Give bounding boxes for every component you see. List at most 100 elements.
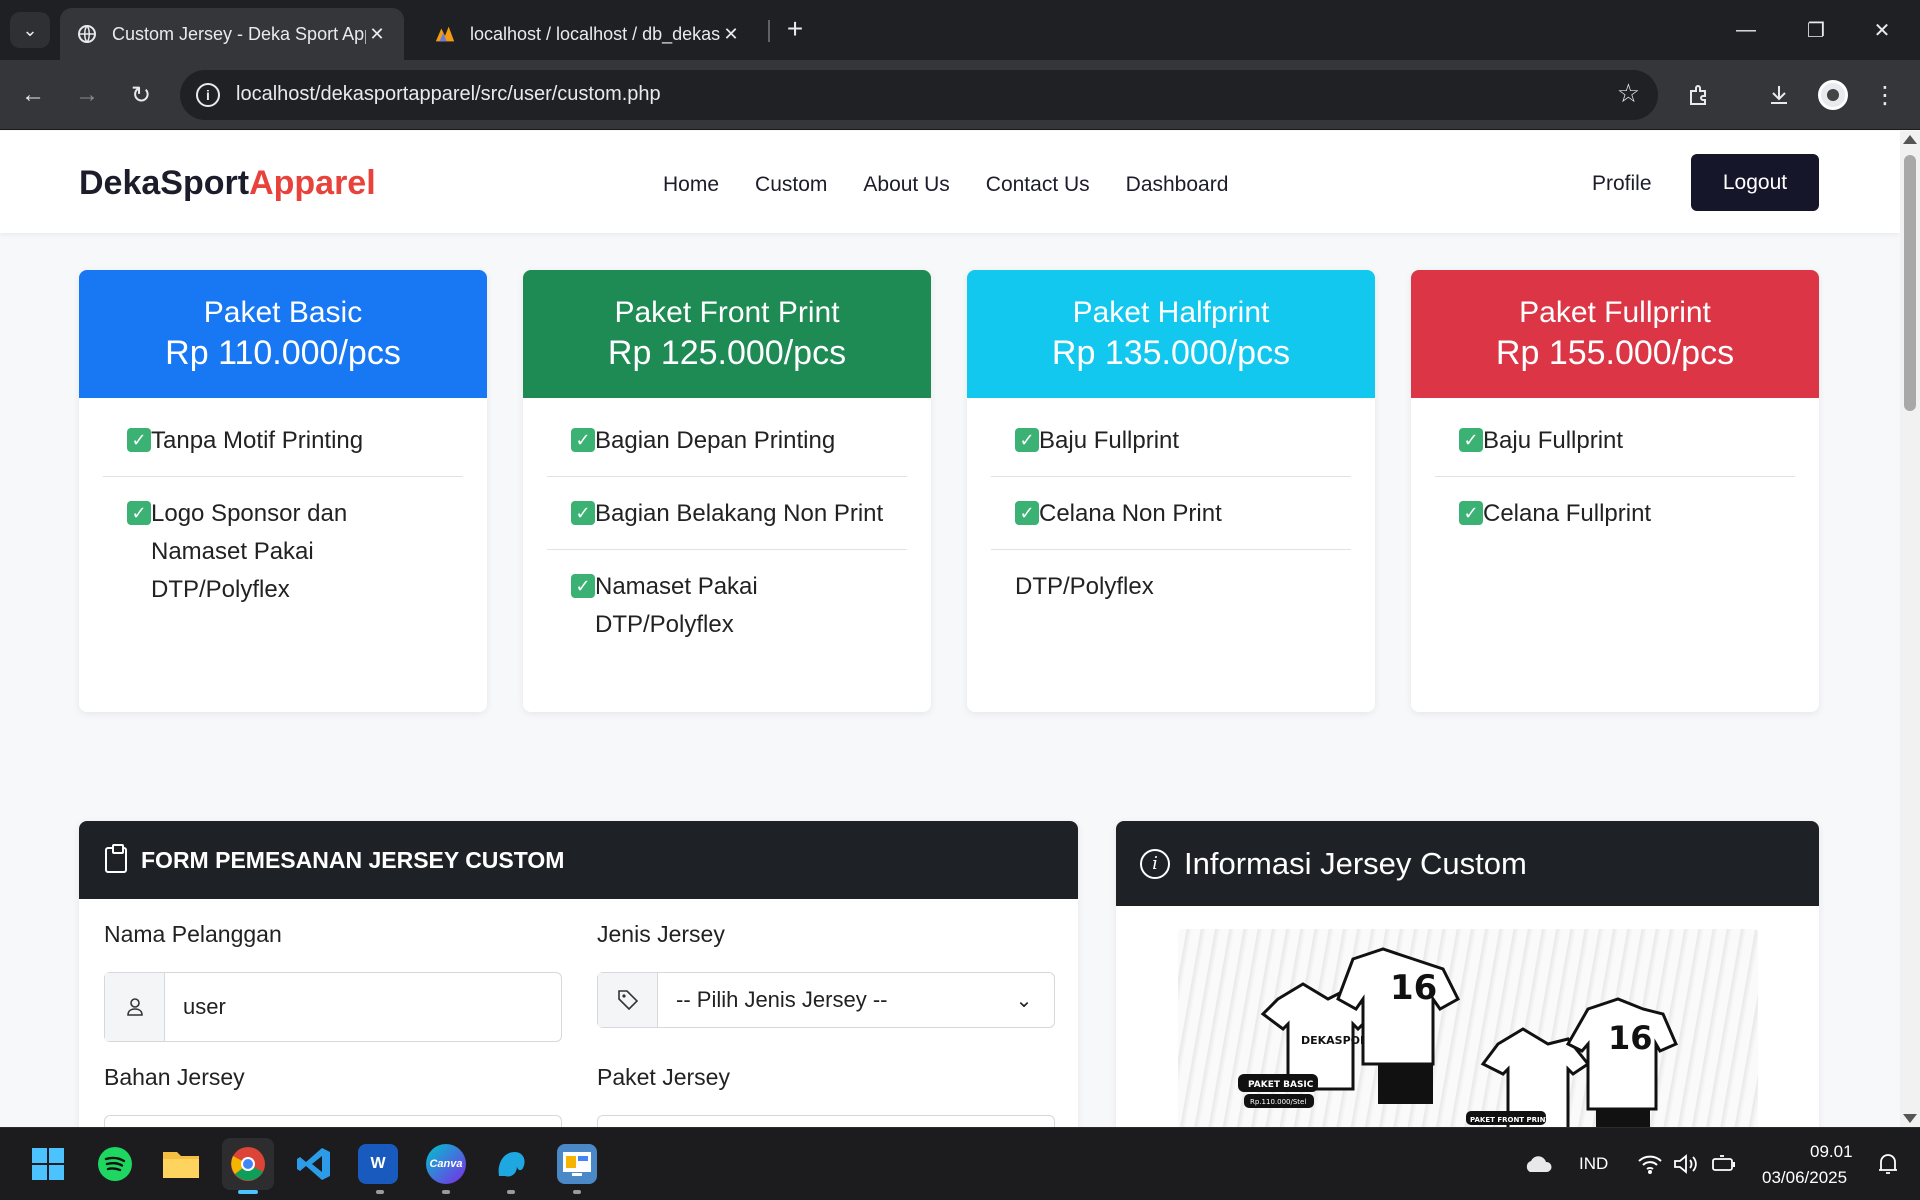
app-window-icon[interactable] xyxy=(557,1144,597,1184)
info-card: i Informasi Jersey Custom DEKASPORT 16 1… xyxy=(1116,821,1819,1127)
phpmyadmin-icon xyxy=(434,23,456,45)
jersey-number-text: 16 xyxy=(1390,968,1437,1008)
restore-button[interactable]: ❐ xyxy=(1792,12,1840,48)
tab-search-button[interactable]: ⌄ xyxy=(10,12,50,48)
tab-title: localhost / localhost / db_dekasport xyxy=(470,23,720,44)
forward-arrow-icon[interactable]: → xyxy=(68,76,106,114)
jenis-jersey-select[interactable]: -- Pilih Jenis Jersey -- ⌄ xyxy=(597,972,1055,1028)
order-form-card: FORM PEMESANAN JERSEY CUSTOM Nama Pelang… xyxy=(79,821,1078,1127)
browser-tab-bar: ⌄ Custom Jersey - Deka Sport Apparel ✕ l… xyxy=(0,0,1920,60)
logout-button[interactable]: Logout xyxy=(1691,154,1819,211)
tab-divider xyxy=(768,20,770,42)
clock-date[interactable]: 03/06/2025 xyxy=(1762,1168,1847,1188)
package-feature: ✓ Baju Fullprint xyxy=(1435,404,1795,477)
nama-pelanggan-input[interactable]: user xyxy=(165,973,561,1041)
package-name: Paket Basic xyxy=(203,296,363,329)
package-name: Paket Halfprint xyxy=(1072,296,1270,329)
close-icon[interactable]: ✕ xyxy=(366,24,388,45)
nav-contact-us[interactable]: Contact Us xyxy=(986,173,1090,197)
package-price: Rp 155.000/pcs xyxy=(1495,334,1735,372)
more-menu-icon[interactable]: ⋮ xyxy=(1866,76,1904,114)
bookmark-star-icon[interactable]: ☆ xyxy=(1617,78,1640,109)
package-header: Paket Fullprint Rp 155.000/pcs xyxy=(1411,270,1819,398)
spotify-icon[interactable] xyxy=(95,1144,135,1184)
nav-custom[interactable]: Custom xyxy=(755,173,827,197)
package-feature: ✓ Bagian Belakang Non Print xyxy=(547,477,907,550)
language-indicator[interactable]: IND xyxy=(1579,1154,1608,1174)
chevron-down-icon: ⌄ xyxy=(1015,989,1033,1012)
brand-accent: Apparel xyxy=(249,164,376,202)
volume-icon[interactable] xyxy=(1666,1144,1706,1184)
globe-icon xyxy=(76,23,98,45)
jersey-preview-image: DEKASPORT 16 16 PAKET BASIC Rp.110.000/S… xyxy=(1178,929,1758,1127)
scroll-up-arrow-icon[interactable] xyxy=(1903,135,1917,144)
extensions-icon[interactable] xyxy=(1680,76,1718,114)
browser-toolbar: ← → ↻ i localhost/dekasportapparel/src/u… xyxy=(0,60,1920,130)
chevron-down-icon: ⌄ xyxy=(22,19,38,40)
paket-jersey-field[interactable] xyxy=(597,1115,1055,1127)
minimize-button[interactable]: — xyxy=(1722,12,1770,48)
package-price: Rp 125.000/pcs xyxy=(607,334,847,372)
info-header: i Informasi Jersey Custom xyxy=(1116,821,1819,906)
file-explorer-icon[interactable] xyxy=(161,1144,201,1184)
nav-links: Home Custom About Us Contact Us Dashboar… xyxy=(663,173,1228,197)
windows-start-icon[interactable] xyxy=(28,1144,68,1184)
word-icon[interactable]: W xyxy=(358,1144,398,1184)
windows-taskbar: W Canva IND 09.01 03/06/2025 xyxy=(0,1127,1920,1200)
package-feature: ✓ Celana Fullprint xyxy=(1435,477,1795,549)
site-navbar: DekaSportApparel Home Custom About Us Co… xyxy=(0,131,1900,233)
mysql-workbench-icon[interactable] xyxy=(491,1144,531,1184)
package-feature: ✓ Bagian Depan Printing xyxy=(547,404,907,477)
nav-about-us[interactable]: About Us xyxy=(863,173,949,197)
back-arrow-icon[interactable]: ← xyxy=(14,76,52,114)
checkbox-icon: ✓ xyxy=(127,501,151,525)
paket-basic-price-badge: Rp.110.000/Stel xyxy=(1250,1098,1306,1106)
battery-icon[interactable] xyxy=(1704,1144,1744,1184)
canva-icon[interactable]: Canva xyxy=(426,1144,466,1184)
tab-custom-jersey[interactable]: Custom Jersey - Deka Sport Apparel ✕ xyxy=(60,8,404,60)
chrome-icon[interactable] xyxy=(222,1138,274,1190)
scroll-down-arrow-icon[interactable] xyxy=(1903,1114,1917,1123)
package-card-halfprint: Paket Halfprint Rp 135.000/pcs ✓ Baju Ful… xyxy=(967,270,1375,712)
paket-front-print-badge: PAKET FRONT PRINT xyxy=(1470,1116,1550,1124)
site-logo[interactable]: DekaSportApparel xyxy=(79,164,376,203)
brand-primary: DekaSport xyxy=(79,164,250,202)
checkbox-icon: ✓ xyxy=(1459,501,1483,525)
package-card-basic: Paket Basic Rp 110.000/pcs ✓ Tanpa Motif … xyxy=(79,270,487,712)
profile-avatar[interactable] xyxy=(1818,80,1848,110)
checkbox-icon: ✓ xyxy=(571,501,595,525)
onedrive-cloud-icon[interactable] xyxy=(1518,1144,1558,1184)
checkbox-icon: ✓ xyxy=(1459,428,1483,452)
site-info-icon[interactable]: i xyxy=(196,83,220,107)
tab-phpmyadmin[interactable]: localhost / localhost / db_dekasport ✕ xyxy=(418,8,758,60)
close-window-button[interactable]: ✕ xyxy=(1858,12,1906,48)
package-feature: ✓ Baju Fullprint xyxy=(991,404,1351,477)
bahan-jersey-field[interactable] xyxy=(104,1115,562,1127)
app-running-indicator xyxy=(573,1190,581,1194)
clock-time[interactable]: 09.01 xyxy=(1810,1142,1853,1162)
checkbox-icon: ✓ xyxy=(571,574,595,598)
package-name: Paket Fullprint xyxy=(1519,296,1711,329)
download-icon[interactable] xyxy=(1760,76,1798,114)
package-card-fullprint: Paket Fullprint Rp 155.000/pcs ✓ Baju Ful… xyxy=(1411,270,1819,712)
package-header: Paket Front Print Rp 125.000/pcs xyxy=(523,270,931,398)
nama-pelanggan-field[interactable]: user xyxy=(104,972,562,1042)
package-feature: ✓ Namaset Pakai DTP/Polyflex xyxy=(547,550,907,660)
form-header: FORM PEMESANAN JERSEY CUSTOM xyxy=(79,821,1078,899)
page-scrollbar[interactable] xyxy=(1900,131,1920,1127)
address-bar[interactable]: i localhost/dekasportapparel/src/user/cu… xyxy=(180,70,1658,120)
nav-dashboard[interactable]: Dashboard xyxy=(1126,173,1229,197)
notification-icon[interactable] xyxy=(1868,1144,1908,1184)
scroll-thumb[interactable] xyxy=(1904,155,1916,411)
new-tab-button[interactable]: + xyxy=(778,14,812,48)
nav-home[interactable]: Home xyxy=(663,173,719,197)
reload-icon[interactable]: ↻ xyxy=(122,76,160,114)
profile-link[interactable]: Profile xyxy=(1592,172,1652,196)
address-url: localhost/dekasportapparel/src/user/cust… xyxy=(236,83,661,105)
clipboard-icon xyxy=(105,844,127,873)
info-title: Informasi Jersey Custom xyxy=(1184,845,1527,881)
vscode-icon[interactable] xyxy=(294,1144,334,1184)
word-running-indicator xyxy=(376,1190,384,1194)
close-icon[interactable]: ✕ xyxy=(720,24,742,45)
wifi-icon[interactable] xyxy=(1630,1144,1670,1184)
